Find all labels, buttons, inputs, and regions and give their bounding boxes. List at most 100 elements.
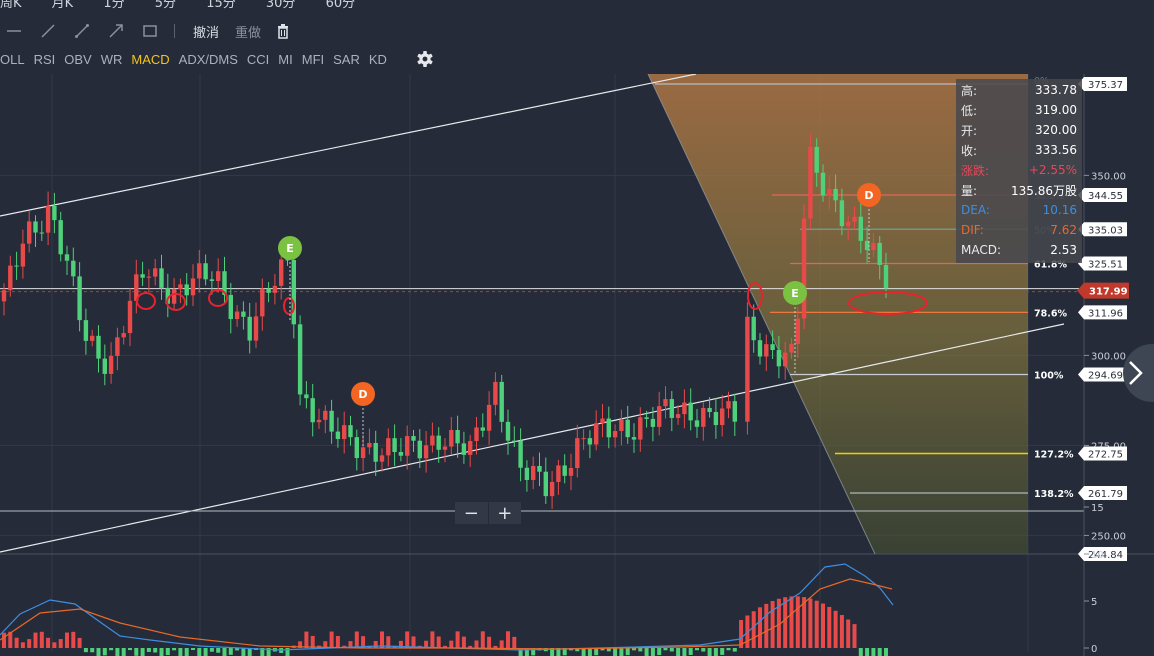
macd-histogram-bar [14,637,19,648]
indicator-tab[interactable]: MI [278,52,292,67]
fib-level-label: 138.2% [1034,489,1074,500]
indicator-tab-macd[interactable]: MACD [131,52,169,67]
candle-body [83,320,89,341]
zoom-out-button[interactable]: − [455,502,488,524]
candle-body [58,220,63,255]
candle-body [71,260,76,277]
candle-body [171,288,177,304]
candle-body [52,205,57,221]
candle-body [701,407,706,427]
candle-body [675,414,681,418]
macd-histogram-bar [713,648,718,656]
indicator-tab[interactable]: WR [101,52,123,67]
current-price-label: 317.99 [1089,287,1128,298]
macd-histogram-bar [128,648,132,651]
arrow-line-icon[interactable] [102,18,130,44]
macd-histogram-bar [449,640,454,648]
candle-body [871,242,876,251]
macd-histogram-bar [197,648,202,656]
diagonal-line-icon[interactable] [34,18,62,44]
candle-body [102,358,107,374]
macd-histogram-bar [216,648,221,653]
indicator-tab[interactable]: RSI [34,52,56,67]
candle-body [650,418,656,427]
candle-body [562,465,567,476]
candle-body [411,436,416,441]
fib-level-label: 78.6% [1034,308,1067,319]
macd-histogram-bar [178,648,183,656]
macd-histogram-bar [493,645,498,648]
candle-body [720,408,725,426]
macd-histogram-bar [172,648,177,651]
candle-body [852,216,857,222]
info-row-close: 收: 333.56 [961,143,1077,158]
fib-level-label: 100% [1034,371,1064,382]
macd-axis-label: 10 [1091,550,1104,561]
macd-histogram-bar [506,631,510,648]
macd-histogram-bar [304,631,309,648]
candle-body [442,446,448,450]
macd-histogram-bar [695,648,699,651]
candle-body [159,268,164,288]
redo-button[interactable]: 重做 [227,22,269,41]
candle-body [783,352,788,367]
indicator-tab[interactable]: OLL [0,52,25,67]
period-tab[interactable]: 15分 [206,0,236,11]
macd-histogram-bar [373,640,378,648]
candle-body [436,435,441,450]
macd-histogram-bar [751,611,756,648]
candle-body [27,221,32,244]
macd-histogram-bar [625,648,630,656]
segment-line-icon[interactable] [68,18,96,44]
candle-body [556,465,561,482]
fib-price-tag-label: 375.37 [1088,80,1123,91]
macd-histogram-bar [499,640,504,648]
undo-button[interactable]: 撤消 [185,22,227,41]
info-row-macd: MACD: 2.53 [961,243,1077,257]
candle-body [108,355,114,374]
candle-body [801,218,807,319]
indicator-tab[interactable]: SAR [333,52,360,67]
candle-body [524,467,530,480]
rectangle-icon[interactable] [136,18,164,44]
period-tab[interactable]: 月K [52,0,74,11]
indicator-tab[interactable]: ADX/DMS [179,52,238,67]
candle-body [713,412,719,426]
period-tab[interactable]: 1分 [103,0,124,11]
gear-icon[interactable] [416,50,434,68]
candle-body [858,216,863,241]
indicator-tab[interactable]: MFI [302,52,324,67]
period-tab[interactable]: 60分 [326,0,356,11]
candle-body [726,401,731,409]
indicator-tab[interactable]: KD [369,52,387,67]
macd-histogram-bar [71,631,76,648]
macd-histogram-bar [770,601,775,648]
zoom-in-button[interactable]: + [487,502,522,524]
candle-body [184,284,189,296]
toolbar-divider [174,24,175,38]
horizontal-line-icon[interactable] [0,18,28,44]
candle-body [20,243,26,267]
period-tab[interactable]: 30分 [266,0,296,11]
candle-body [77,276,82,321]
candle-body [316,419,322,423]
macd-histogram-bar [669,648,674,652]
macd-histogram-bar [102,648,107,656]
candle-body [480,427,485,431]
macd-histogram-bar [657,648,662,656]
candle-body [619,419,624,432]
period-tab[interactable]: 5分 [155,0,176,11]
indicator-tab[interactable]: CCI [247,52,269,67]
period-tab[interactable]: 周K [0,0,22,11]
candle-body [505,421,511,441]
macd-histogram-bar [121,648,126,656]
indicator-tab[interactable]: OBV [64,52,91,67]
macd-histogram-bar [165,648,170,656]
macd-histogram-bar [720,648,725,655]
macd-histogram-bar [461,636,466,648]
signal-marker-letter: D [864,189,873,202]
trash-icon[interactable] [269,18,297,44]
macd-histogram-bar [455,631,460,648]
macd-histogram-bar [77,637,82,648]
candle-body [839,200,845,227]
